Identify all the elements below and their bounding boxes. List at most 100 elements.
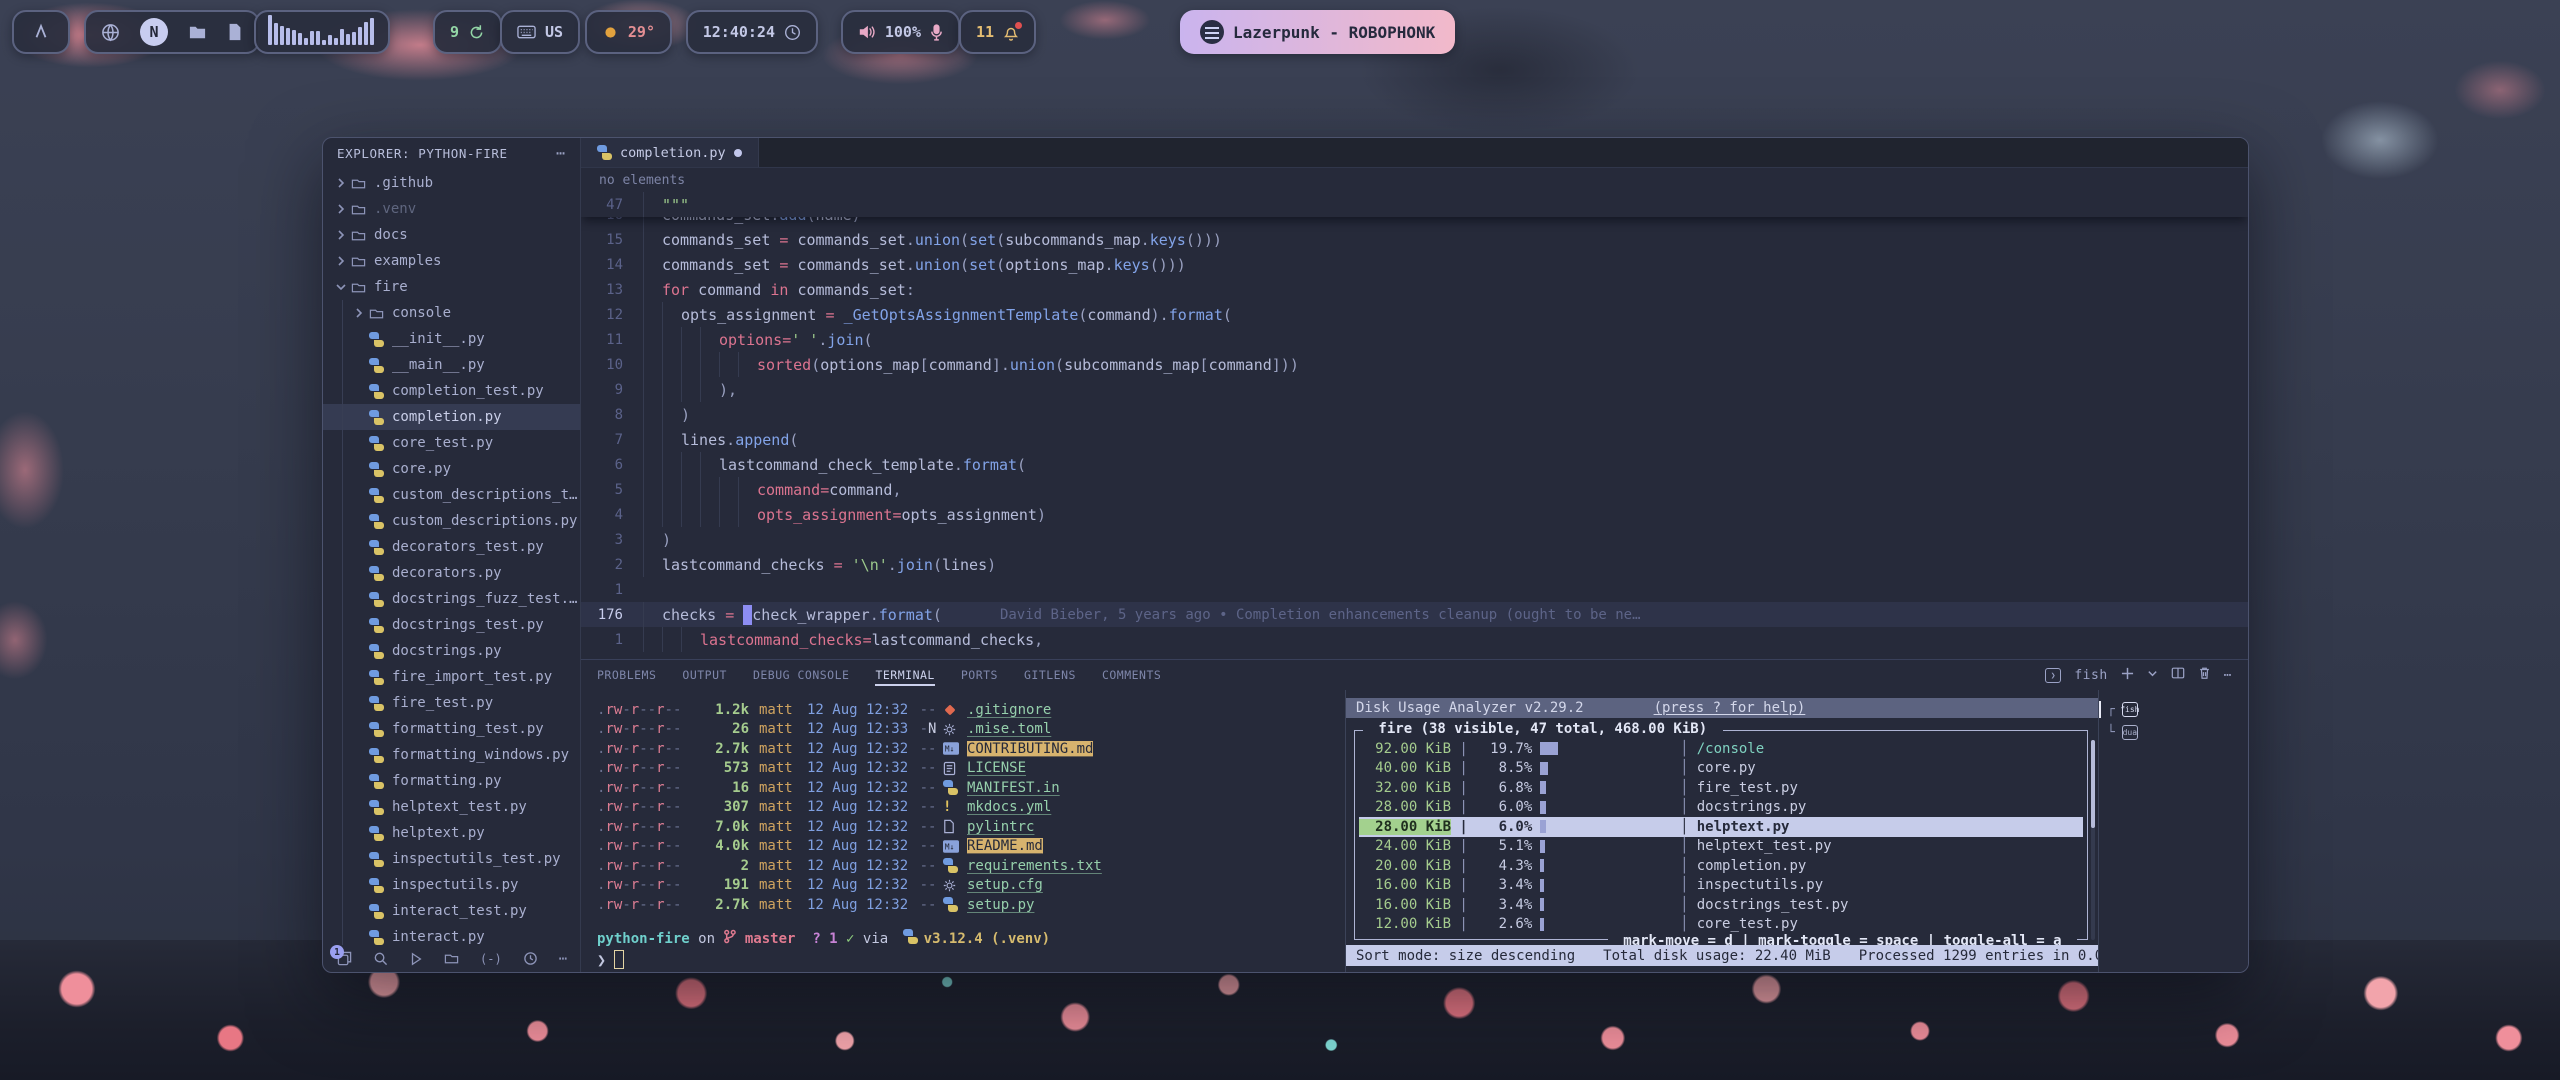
music-player-widget[interactable]: Lazerpunk - ROBOPHONK: [1180, 10, 1455, 54]
debug-icon[interactable]: [409, 952, 423, 966]
terminal-dua[interactable]: Disk Usage Analyzer v2.29.2 (press ? for…: [1346, 690, 2098, 972]
dua-row[interactable]: 28.00 KiB | 6.0%│docstrings.py: [1359, 798, 2083, 818]
tree-item-decorators.py[interactable]: decorators.py: [323, 560, 580, 586]
tree-item-console[interactable]: console: [323, 300, 580, 326]
tree-item-formatting.py[interactable]: formatting.py: [323, 768, 580, 794]
tree-item-docs[interactable]: docs: [323, 222, 580, 248]
tree-item-custom_descriptions.py[interactable]: custom_descriptions.py: [323, 508, 580, 534]
panel-tab-output[interactable]: OUTPUT: [682, 660, 727, 690]
terminal-fish[interactable]: .rw-r--r--1.2kmatt12 Aug 12:32--.gitigno…: [581, 690, 1345, 972]
globe-icon[interactable]: [101, 23, 120, 42]
chevron-right-icon[interactable]: [335, 229, 351, 241]
dua-row[interactable]: 28.00 KiB | 6.0%│helptext.py: [1359, 817, 2083, 837]
brackets-icon[interactable]: (‑): [480, 952, 502, 966]
new-terminal-button[interactable]: [2121, 667, 2134, 684]
code-line[interactable]: 2lastcommand_checks = '\n'.join(lines): [581, 552, 2248, 577]
search-icon[interactable]: [373, 951, 388, 966]
file-name[interactable]: .mise.toml: [967, 721, 1051, 737]
shell-input-line[interactable]: ❯: [597, 949, 1345, 971]
tree-item-interact_test.py[interactable]: interact_test.py: [323, 898, 580, 924]
tree-item-custom_descriptions_test.[interactable]: custom_descriptions_test.…: [323, 482, 580, 508]
file-app-icon[interactable]: [227, 23, 243, 41]
code-line[interactable]: 1: [581, 577, 2248, 602]
code-line[interactable]: 6lastcommand_check_template.format(: [581, 452, 2248, 477]
panel-tab-terminal[interactable]: TERMINAL: [875, 660, 934, 690]
tree-item-fire_test.py[interactable]: fire_test.py: [323, 690, 580, 716]
code-line-current[interactable]: 176checks = check_wrapper.format(David B…: [581, 602, 2248, 627]
code-line[interactable]: 8): [581, 402, 2248, 427]
notifications-widget[interactable]: 11: [959, 10, 1036, 54]
notes-app-icon[interactable]: N: [140, 18, 168, 46]
tree-item-inspectutils.py[interactable]: inspectutils.py: [323, 872, 580, 898]
code-editor[interactable]: 16commands_set.add(name)15commands_set =…: [581, 192, 2248, 659]
weather-widget[interactable]: 29°: [585, 10, 672, 54]
folder-app-icon[interactable]: [188, 23, 207, 42]
tree-item-__init__.py[interactable]: __init__.py: [323, 326, 580, 352]
dua-row[interactable]: 24.00 KiB | 5.1%│helptext_test.py: [1359, 837, 2083, 857]
tree-item-examples[interactable]: examples: [323, 248, 580, 274]
file-name[interactable]: README.md: [967, 838, 1043, 854]
code-line[interactable]: 15commands_set = commands_set.union(set(…: [581, 227, 2248, 252]
code-line[interactable]: 12opts_assignment = _GetOptsAssignmentTe…: [581, 302, 2248, 327]
panel-tab-gitlens[interactable]: GITLENS: [1024, 660, 1076, 690]
launcher-button[interactable]: [12, 10, 70, 54]
files-icon[interactable]: 1: [337, 951, 352, 966]
code-line[interactable]: 11options=' '.join(: [581, 327, 2248, 352]
dua-row[interactable]: 32.00 KiB | 6.8%│fire_test.py: [1359, 778, 2083, 798]
split-terminal-button[interactable]: [2171, 666, 2185, 684]
explorer-more-button[interactable]: ⋯: [556, 144, 566, 162]
dua-row[interactable]: 40.00 KiB | 8.5%│core.py: [1359, 759, 2083, 779]
chevron-down-icon[interactable]: [335, 281, 351, 293]
tree-item-fire_import_test.py[interactable]: fire_import_test.py: [323, 664, 580, 690]
code-line[interactable]: 4opts_assignment=opts_assignment): [581, 502, 2248, 527]
tree-item-helptext_test.py[interactable]: helptext_test.py: [323, 794, 580, 820]
clock-widget[interactable]: 12:40:24: [686, 10, 818, 54]
chevron-right-icon[interactable]: [335, 177, 351, 189]
tree-item-formatting_windows.py[interactable]: formatting_windows.py: [323, 742, 580, 768]
terminal-list-item-fish[interactable]: ┌fish: [2099, 698, 2248, 721]
tree-item-interact.py[interactable]: interact.py: [323, 924, 580, 945]
code-line[interactable]: 7lines.append(: [581, 427, 2248, 452]
code-line[interactable]: 3): [581, 527, 2248, 552]
tree-item-helptext.py[interactable]: helptext.py: [323, 820, 580, 846]
panel-tab-problems[interactable]: PROBLEMS: [597, 660, 656, 690]
tree-item-__main__.py[interactable]: __main__.py: [323, 352, 580, 378]
tree-item-core.py[interactable]: core.py: [323, 456, 580, 482]
kill-terminal-button[interactable]: [2198, 666, 2211, 684]
panel-tab-comments[interactable]: COMMENTS: [1102, 660, 1161, 690]
tree-item-docstrings_fuzz_test.py[interactable]: docstrings_fuzz_test.py: [323, 586, 580, 612]
file-name[interactable]: .gitignore: [967, 702, 1051, 718]
code-line[interactable]: 1lastcommand_checks=lastcommand_checks,: [581, 627, 2248, 652]
dua-row[interactable]: 16.00 KiB | 3.4%│inspectutils.py: [1359, 876, 2083, 896]
panel-tab-debug-console[interactable]: DEBUG CONSOLE: [753, 660, 850, 690]
folder-icon[interactable]: [444, 951, 459, 966]
chevron-right-icon[interactable]: [335, 203, 351, 215]
dua-row[interactable]: 20.00 KiB | 4.3%│completion.py: [1359, 856, 2083, 876]
dua-row[interactable]: 12.00 KiB | 2.6%│core_test.py: [1359, 915, 2083, 935]
code-line[interactable]: 14commands_set = commands_set.union(set(…: [581, 252, 2248, 277]
code-line[interactable]: 13for command in commands_set:: [581, 277, 2248, 302]
tree-item-docstrings.py[interactable]: docstrings.py: [323, 638, 580, 664]
tree-item-docstrings_test.py[interactable]: docstrings_test.py: [323, 612, 580, 638]
file-name[interactable]: setup.py: [967, 897, 1034, 913]
code-line[interactable]: 5command=command,: [581, 477, 2248, 502]
file-name[interactable]: requirements.txt: [967, 858, 1102, 874]
tree-item-fire[interactable]: fire: [323, 274, 580, 300]
file-name[interactable]: mkdocs.yml: [967, 799, 1051, 815]
chevron-right-icon[interactable]: [353, 307, 369, 319]
code-line[interactable]: 10sorted(options_map[command].union(subc…: [581, 352, 2248, 377]
tree-item-completion_test.py[interactable]: completion_test.py: [323, 378, 580, 404]
file-name[interactable]: setup.cfg: [967, 877, 1043, 893]
dua-row[interactable]: 16.00 KiB | 3.4%│docstrings_test.py: [1359, 895, 2083, 915]
file-name[interactable]: LICENSE: [967, 760, 1026, 776]
tree-item-.venv[interactable]: .venv: [323, 196, 580, 222]
dua-row[interactable]: 92.00 KiB | 19.7%│/console: [1359, 739, 2083, 759]
panel-tab-ports[interactable]: PORTS: [961, 660, 998, 690]
updates-widget[interactable]: 9: [433, 10, 502, 54]
panel-more-button[interactable]: ⋯: [2224, 668, 2232, 683]
tree-item-completion.py[interactable]: completion.py: [323, 404, 580, 430]
tree-item-.github[interactable]: .github: [323, 170, 580, 196]
tab-completion-py[interactable]: completion.py: [581, 138, 759, 167]
volume-widget[interactable]: 100%: [841, 10, 960, 54]
chevron-right-icon[interactable]: [335, 255, 351, 267]
